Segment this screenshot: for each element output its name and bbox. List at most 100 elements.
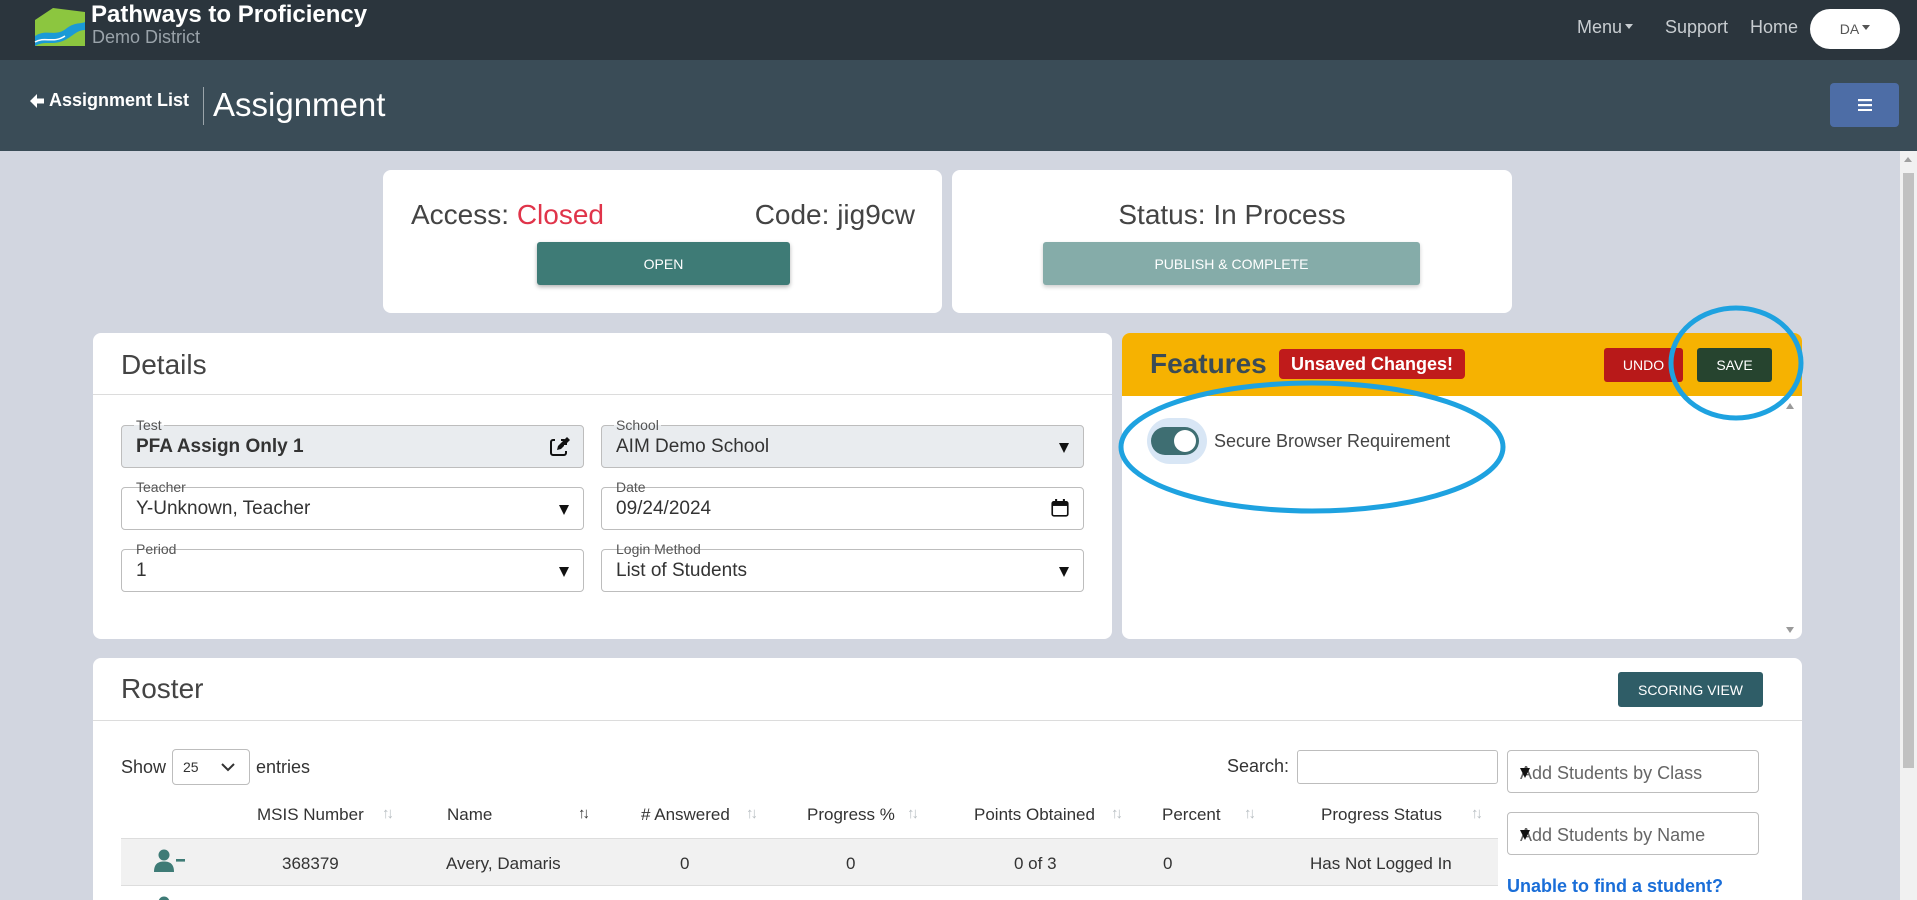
details-title: Details — [121, 349, 207, 380]
search-label: Search: — [1227, 756, 1290, 776]
calendar-icon[interactable] — [1051, 499, 1069, 517]
remove-student-icon[interactable] — [153, 896, 185, 900]
dropdown-arrow-icon — [1059, 443, 1069, 453]
nav-menu-dropdown[interactable]: Menu — [1577, 17, 1634, 38]
back-to-assignment-list-link[interactable]: Assignment List — [29, 90, 189, 111]
open-button[interactable]: OPEN — [537, 242, 790, 285]
details-header: Details — [93, 333, 1112, 395]
access-value: Closed — [516, 199, 604, 230]
teacher-select[interactable]: Teacher Y-Unknown, Teacher — [121, 479, 584, 530]
user-initials: DA — [1839, 21, 1860, 37]
cell-name: Avery, Damaris — [446, 854, 561, 873]
entries-label: entries — [256, 757, 311, 777]
nav-support-link[interactable]: Support — [1665, 17, 1728, 38]
secure-browser-toggle[interactable] — [1151, 427, 1199, 455]
entries-per-page-select[interactable]: 25 — [172, 749, 250, 785]
pathways-logo-icon[interactable] — [33, 6, 87, 48]
cell-msis: 368379 — [282, 854, 339, 873]
unable-to-find-student-link[interactable]: Unable to find a student? — [1507, 876, 1723, 897]
features-header: Features Unsaved Changes! UNDO SAVE — [1122, 333, 1802, 396]
status-label: Status: — [1118, 199, 1206, 230]
column-header-status[interactable]: Progress Status — [1321, 805, 1442, 825]
access-label: Access: — [411, 199, 510, 230]
roster-header: Roster SCORING VIEW — [93, 658, 1802, 721]
access-code: Code: jig9cw — [755, 199, 915, 231]
search-input[interactable] — [1297, 750, 1498, 784]
page-scrollbar[interactable] — [1900, 151, 1917, 900]
hamburger-icon — [1857, 99, 1872, 111]
chevron-down-icon — [221, 763, 235, 772]
add-students-by-class-select[interactable]: Add Students by Class — [1507, 750, 1759, 793]
add-students-by-name-select[interactable]: Add Students by Name — [1507, 812, 1759, 855]
sort-icon[interactable]: ↑↓ — [1244, 805, 1256, 822]
features-scrollbar[interactable] — [1784, 399, 1796, 635]
add-by-name-placeholder: Add Students by Name — [1520, 825, 1706, 845]
sort-icon[interactable]: ↑↓ — [1111, 805, 1123, 822]
toggle-knob — [1174, 430, 1196, 452]
cell-points: 0 of 3 — [1014, 854, 1057, 873]
remove-student-icon[interactable] — [153, 849, 185, 873]
cell-percent: 0 — [1163, 854, 1173, 873]
top-navbar: Pathways to Proficiency Demo District Me… — [0, 0, 1917, 60]
access-card: Access: Closed Code: jig9cw OPEN — [383, 170, 942, 313]
sort-icon[interactable]: ↑↓ — [1471, 805, 1483, 822]
school-select[interactable]: School AIM Demo School — [601, 417, 1084, 468]
undo-button[interactable]: UNDO — [1604, 348, 1683, 382]
unsaved-changes-badge: Unsaved Changes! — [1279, 349, 1466, 379]
test-value: PFA Assign Only 1 — [136, 436, 304, 457]
page-header: Assignment List Assignment — [0, 60, 1917, 151]
test-field[interactable]: Test PFA Assign Only 1 — [121, 417, 584, 468]
column-header-answered[interactable]: # Answered — [641, 805, 730, 825]
edit-icon[interactable] — [549, 436, 571, 458]
school-value: AIM Demo School — [616, 436, 770, 457]
features-title: Features — [1150, 348, 1267, 379]
period-label: Period — [134, 541, 179, 557]
code-label: Code: — [754, 199, 830, 230]
dropdown-arrow-icon — [559, 505, 569, 515]
publish-complete-button[interactable]: PUBLISH & COMPLETE — [1043, 242, 1420, 285]
scoring-view-button[interactable]: SCORING VIEW — [1618, 672, 1763, 707]
date-field[interactable]: Date 09/24/2024 — [601, 479, 1084, 530]
dropdown-arrow-icon — [1520, 768, 1530, 778]
nav-menu-label: Menu — [1577, 17, 1623, 37]
show-label: Show — [121, 757, 167, 777]
column-header-percent[interactable]: Percent — [1162, 805, 1221, 825]
roster-card: Roster SCORING VIEW Show 25 entries Sear… — [93, 658, 1802, 900]
cell-status: Has Not Logged In — [1310, 854, 1452, 873]
cell-answered: 0 — [680, 854, 690, 873]
dropdown-arrow-icon — [1059, 567, 1069, 577]
sort-icon[interactable]: ↑↓ — [578, 805, 590, 822]
district-name: Demo District — [92, 27, 201, 47]
scroll-up-arrow-icon[interactable] — [1904, 157, 1912, 162]
header-divider — [203, 87, 204, 125]
details-card: Details Test PFA Assign Only 1 School AI… — [93, 333, 1112, 639]
hamburger-menu-button[interactable] — [1830, 83, 1899, 127]
cell-progress: 0 — [846, 854, 856, 873]
sort-icon[interactable]: ↑↓ — [382, 805, 394, 822]
column-header-name[interactable]: Name — [447, 805, 492, 825]
column-header-points[interactable]: Points Obtained — [974, 805, 1095, 825]
back-link-label: Assignment List — [49, 90, 190, 110]
scrollbar-thumb[interactable] — [1903, 173, 1914, 768]
nav-home-link[interactable]: Home — [1750, 17, 1798, 38]
column-header-msis[interactable]: MSIS Number — [257, 805, 364, 825]
user-menu-button[interactable]: DA — [1810, 9, 1900, 49]
teacher-label: Teacher — [134, 479, 188, 495]
school-label: School — [614, 417, 661, 433]
date-label: Date — [614, 479, 648, 495]
chevron-down-icon — [1862, 25, 1871, 30]
teacher-value: Y-Unknown, Teacher — [136, 498, 311, 519]
sort-icon[interactable]: ↑↓ — [746, 805, 758, 822]
chevron-down-icon — [1625, 24, 1634, 30]
sort-icon[interactable]: ↑↓ — [907, 805, 919, 822]
column-header-progress[interactable]: Progress % — [807, 805, 895, 825]
entries-value: 25 — [183, 759, 199, 775]
status-value: In Process — [1213, 199, 1346, 230]
login-method-value: List of Students — [616, 560, 747, 581]
period-select[interactable]: Period 1 — [121, 541, 584, 592]
page-title: Assignment — [213, 86, 386, 123]
login-method-select[interactable]: Login Method List of Students — [601, 541, 1084, 592]
dropdown-arrow-icon — [1520, 830, 1530, 840]
save-button[interactable]: SAVE — [1697, 348, 1772, 382]
app-title[interactable]: Pathways to Proficiency — [91, 1, 367, 29]
